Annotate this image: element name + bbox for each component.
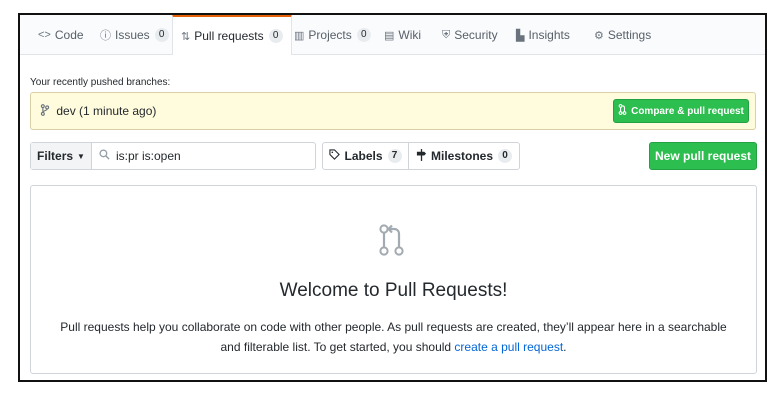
search-input[interactable]: [116, 149, 296, 163]
filters-label: Filters: [37, 149, 74, 163]
tab-label: Code: [54, 28, 84, 42]
recent-branches-label: Your recently pushed branches:: [30, 77, 171, 88]
repo-nav: <> Code ⓘ Issues 0 ⇅ Pull requests 0 ▥ P…: [20, 15, 765, 55]
blankslate-title: Welcome to Pull Requests!: [279, 280, 508, 301]
project-icon: ▥: [294, 29, 305, 42]
compare-pull-request-button[interactable]: Compare & pull request: [613, 99, 749, 123]
pull-request-icon: [379, 224, 405, 259]
gear-icon: ⚙: [594, 29, 604, 42]
search-wrapper: [92, 143, 315, 169]
issue-icon: ⓘ: [100, 30, 111, 42]
tab-projects[interactable]: ▥ Projects 0: [286, 15, 379, 55]
projects-counter: 0: [356, 28, 371, 42]
tab-insights[interactable]: ▙ Insights: [508, 15, 578, 55]
tab-label: Projects: [308, 28, 352, 42]
tab-security[interactable]: ⛨ Security: [434, 15, 506, 55]
tab-settings[interactable]: ⚙ Settings: [586, 15, 659, 55]
tag-icon: [329, 149, 341, 163]
pull-request-icon: ⇅: [181, 30, 191, 43]
create-pull-request-link[interactable]: create a pull request: [454, 340, 563, 354]
shield-icon: ⛨: [442, 28, 451, 41]
recent-branch: dev (1 minute ago): [40, 104, 156, 118]
graph-icon: ▙: [516, 29, 525, 42]
labels-counter: 7: [387, 149, 402, 163]
recent-branch-banner: dev (1 minute ago) Compare & pull reques…: [30, 92, 756, 130]
tab-label: Insights: [528, 28, 570, 42]
labels-milestones-group: Labels 7 Milestones 0: [322, 142, 520, 170]
labels-label: Labels: [344, 149, 383, 163]
description-line-2-suffix: .: [563, 340, 567, 354]
code-icon: <>: [38, 29, 51, 41]
milestones-label: Milestones: [430, 149, 493, 163]
milestones-button[interactable]: Milestones 0: [409, 143, 519, 169]
description-line-2-prefix: and filterable list. To get started, you…: [220, 340, 455, 354]
blankslate: Welcome to Pull Requests! Pull requests …: [30, 185, 757, 374]
new-pull-request-button[interactable]: New pull request: [649, 142, 757, 170]
description-line-1: Pull requests help you collaborate on co…: [60, 320, 727, 334]
tab-label: Settings: [607, 28, 652, 42]
pull-requests-counter: 0: [268, 29, 283, 43]
search-icon: [99, 149, 110, 163]
tab-label: Security: [454, 28, 498, 42]
caret-down-icon: ▼: [77, 151, 85, 161]
blankslate-description: Pull requests help you collaborate on co…: [31, 317, 756, 357]
issues-counter: 0: [154, 28, 169, 42]
repo-frame: <> Code ⓘ Issues 0 ⇅ Pull requests 0 ▥ P…: [18, 13, 767, 382]
book-icon: ▤: [384, 29, 395, 42]
labels-button[interactable]: Labels 7: [323, 143, 409, 169]
pull-request-icon: [618, 104, 627, 118]
tab-label: Wiki: [398, 28, 422, 42]
milestones-counter: 0: [498, 149, 512, 163]
compare-button-label: Compare & pull request: [631, 105, 744, 117]
tab-label: Issues: [115, 28, 150, 42]
filters-dropdown-button[interactable]: Filters ▼: [31, 143, 92, 169]
tab-issues[interactable]: ⓘ Issues 0: [92, 15, 177, 55]
tab-code[interactable]: <> Code: [30, 15, 92, 55]
milestone-icon: [416, 148, 427, 164]
tab-pull-requests[interactable]: ⇅ Pull requests 0: [172, 15, 292, 55]
branch-icon: [40, 104, 53, 118]
tab-wiki[interactable]: ▤ Wiki: [376, 15, 429, 55]
tab-label: Pull requests: [194, 29, 264, 43]
recent-branch-text: dev (1 minute ago): [56, 104, 157, 118]
filter-search-group: Filters ▼: [30, 142, 316, 170]
